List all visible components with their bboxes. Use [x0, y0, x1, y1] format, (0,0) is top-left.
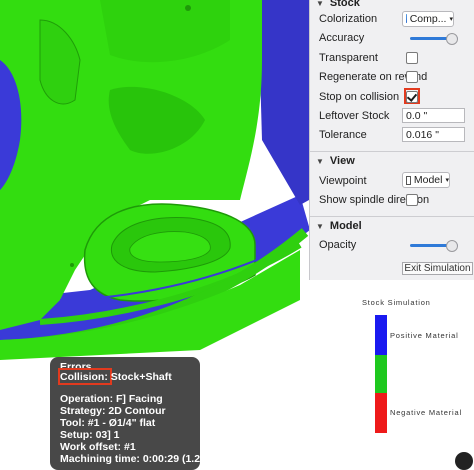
stop-on-collision-row: Stop on collision	[310, 87, 474, 106]
transparent-label: Transparent	[319, 51, 378, 64]
viewpoint-select[interactable]: Model ▾	[402, 172, 450, 188]
regenerate-row: Regenerate on rewind	[310, 67, 474, 86]
stop-on-collision-label: Stop on collision	[319, 90, 400, 103]
collision-line: Collision: Stock+Shaft	[60, 371, 172, 383]
operation-line: Operation: F] Facing	[60, 393, 163, 405]
view-section-label: View	[329, 155, 355, 167]
collision-value: Stock+Shaft	[110, 371, 172, 383]
collapse-triangle-icon: ▼	[316, 221, 324, 231]
tool-line: Tool: #1 - Ø1/4" flat	[60, 417, 156, 429]
tolerance-input[interactable]: 0.016 "	[402, 127, 465, 142]
model-section-header[interactable]: ▼ Model	[310, 216, 474, 235]
colorization-label: Colorization	[319, 12, 378, 25]
work-offset-line: Work offset: #1	[60, 441, 136, 453]
colorization-select[interactable]: Comp... ▾	[402, 10, 454, 27]
colorization-swatch-icon	[406, 14, 407, 23]
legend-positive-segment	[375, 315, 387, 355]
machining-time-line: Machining time: 0:00:29 (1.2%)	[60, 453, 213, 465]
opacity-row: Opacity	[310, 235, 474, 254]
opacity-label: Opacity	[319, 238, 357, 251]
leftover-stock-row: Leftover Stock 0.0 "	[310, 106, 474, 125]
colorization-row: Colorization Comp... ▾	[310, 9, 474, 28]
opacity-slider-thumb[interactable]	[446, 240, 458, 252]
colorization-value: Comp...	[409, 12, 447, 25]
transparent-row: Transparent	[310, 48, 474, 67]
viewpoint-label: Viewpoint	[319, 174, 367, 187]
legend-negative-label: Negative Material	[390, 408, 462, 417]
accuracy-label: Accuracy	[319, 31, 365, 44]
accuracy-slider-thumb[interactable]	[446, 33, 458, 45]
exit-simulation-button[interactable]: Exit Simulation	[402, 262, 473, 275]
legend-positive-label: Positive Material	[390, 331, 459, 340]
tolerance-row: Tolerance 0.016 "	[310, 125, 474, 144]
collapse-triangle-icon: ▼	[316, 0, 324, 8]
stock-section-label: Stock	[329, 0, 360, 9]
transparent-checkbox[interactable]	[406, 52, 418, 64]
chevron-down-icon: ▾	[449, 15, 453, 23]
model-section-label: Model	[329, 220, 362, 232]
leftover-stock-input[interactable]: 0.0 "	[402, 108, 465, 123]
setup-line: Setup: 03] 1	[60, 429, 120, 441]
legend-negative-segment	[375, 393, 387, 433]
tolerance-label: Tolerance	[319, 128, 367, 141]
viewpoint-cube-icon	[406, 175, 411, 185]
accuracy-row: Accuracy	[310, 28, 474, 47]
simulation-settings-panel: ▼ Stock Colorization Comp... ▾ Accuracy …	[309, 0, 474, 280]
viewpoint-value: Model	[413, 174, 443, 186]
leftover-stock-label: Leftover Stock	[319, 109, 390, 122]
view-section-header[interactable]: ▼ View	[310, 151, 474, 170]
collapse-triangle-icon: ▼	[316, 156, 324, 166]
errors-tooltip: Errors Collision: Stock+Shaft Operation:…	[50, 357, 213, 470]
show-spindle-row: Show spindle direction	[310, 190, 474, 209]
legend-title: Stock Simulation	[362, 298, 431, 307]
legend-neutral-segment	[375, 355, 387, 393]
collision-label: Collision:	[60, 371, 108, 383]
strategy-line: Strategy: 2D Contour	[60, 405, 166, 417]
chevron-down-icon: ▾	[445, 177, 449, 184]
app-logo-icon	[455, 452, 473, 470]
show-spindle-checkbox[interactable]	[406, 194, 418, 206]
regenerate-checkbox[interactable]	[406, 71, 418, 83]
viewpoint-row: Viewpoint Model ▾	[310, 171, 474, 190]
stop-on-collision-checkbox[interactable]	[406, 91, 418, 103]
